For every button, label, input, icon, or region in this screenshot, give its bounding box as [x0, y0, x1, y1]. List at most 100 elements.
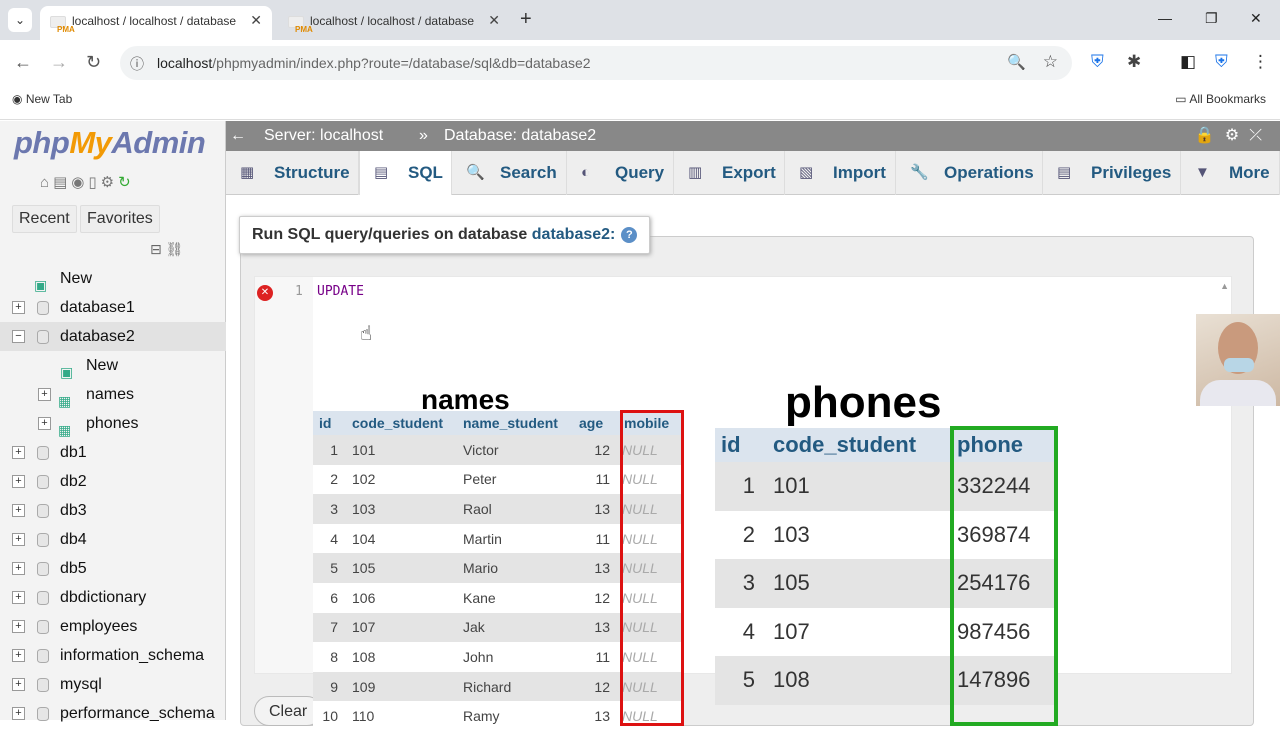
tree-node-information-schema[interactable]: + information_schema — [0, 641, 226, 670]
expand-node-icon[interactable]: + — [12, 707, 25, 720]
tree-node-database2[interactable]: − database2 — [0, 322, 226, 351]
restore-icon[interactable]: ❐ — [1205, 10, 1218, 27]
site-info-icon[interactable]: ⓘ — [130, 54, 144, 74]
tree-node-performance-schema[interactable]: + performance_schema — [0, 699, 226, 728]
shield-extension-icon[interactable]: ⛨ — [1091, 52, 1104, 72]
error-marker-icon[interactable]: ✕ — [257, 285, 273, 301]
table-cell: Mario — [457, 553, 573, 583]
clear-button[interactable]: Clear — [254, 696, 323, 726]
tree-node-dbdictionary[interactable]: + dbdictionary — [0, 583, 226, 612]
tab-export[interactable]: ▥ Export — [674, 151, 785, 195]
table-cell: 1 — [313, 435, 346, 465]
tab-search[interactable]: 🔍 Search — [452, 151, 567, 195]
table-cell: 6 — [313, 582, 346, 613]
tab-privileges[interactable]: ▤ Privileges — [1043, 151, 1181, 195]
database-icon — [37, 504, 49, 518]
expand-node-icon[interactable]: + — [12, 620, 25, 633]
tree-node-phones[interactable]: + ▦ phones — [0, 409, 226, 438]
minimize-icon[interactable]: — — [1158, 10, 1172, 26]
close-window-icon[interactable]: ✕ — [1250, 10, 1262, 27]
expand-node-icon[interactable]: + — [12, 533, 25, 546]
tree-node-label: New — [86, 357, 119, 374]
back-arrow-icon[interactable]: ← — [14, 52, 32, 73]
tree-node-database1[interactable]: + database1 — [0, 293, 226, 322]
zoom-icon[interactable]: 🔍 — [1007, 53, 1026, 71]
table-cell: 103 — [767, 510, 951, 559]
bookmark-star-icon[interactable]: ☆ — [1043, 52, 1058, 72]
docs-icon[interactable]: ▯ — [88, 174, 100, 191]
reload-icon[interactable]: ↻ — [86, 52, 101, 73]
quick-links: ⌂▤◉▯⚙↻ — [40, 173, 135, 191]
home-icon[interactable]: ⌂ — [40, 174, 53, 191]
scrollbar-up-icon[interactable]: ▲ — [1220, 281, 1229, 291]
expand-node-icon[interactable]: + — [12, 504, 25, 517]
collapse-nav-arrow-icon[interactable]: ← — [230, 121, 246, 151]
browser-tab-active[interactable]: PMA localhost / localhost / database ✕ — [40, 6, 272, 40]
tab-structure[interactable]: ▦ Structure — [226, 151, 359, 195]
expand-node-icon[interactable]: + — [12, 446, 25, 459]
tree-node-db4[interactable]: + db4 — [0, 525, 226, 554]
more-icon: ▼ — [1195, 164, 1210, 181]
url-text: localhost/phpmyadmin/index.php?route=/da… — [157, 55, 591, 71]
settings-gear-icon[interactable]: ⚙ — [101, 174, 118, 191]
expand-node-icon[interactable]: + — [12, 678, 25, 691]
tree-node-label: db4 — [60, 531, 87, 548]
breadcrumb-database[interactable]: Database: database2 — [444, 121, 596, 151]
close-tab-icon[interactable]: ✕ — [250, 12, 262, 29]
tree-node-New[interactable]: ▣ New — [0, 264, 226, 293]
tab-query[interactable]: ◐ Query — [567, 151, 674, 195]
expand-node-icon[interactable]: + — [12, 562, 25, 575]
expand-node-icon[interactable]: + — [12, 475, 25, 488]
help-icon[interactable]: ◉ — [71, 174, 88, 191]
browser-toolbar: ← → ↻ ⓘ localhost/phpmyadmin/index.php?r… — [0, 40, 1280, 86]
expand-node-icon[interactable]: + — [12, 301, 25, 314]
address-bar[interactable]: ⓘ localhost/phpmyadmin/index.php?route=/… — [120, 46, 1072, 80]
tree-node-employees[interactable]: + employees — [0, 612, 226, 641]
collapse-icon[interactable]: ⤫ — [1249, 127, 1272, 144]
breadcrumb-server[interactable]: Server: localhost — [264, 121, 383, 151]
all-bookmarks[interactable]: ▭ All Bookmarks — [1175, 92, 1266, 106]
table-cell: 2 — [313, 464, 346, 495]
tree-node-mysql[interactable]: + mysql — [0, 670, 226, 699]
lock-icon[interactable]: 🔒 — [1195, 127, 1225, 144]
help-question-icon[interactable]: ? — [621, 226, 638, 243]
tree-node-db3[interactable]: + db3 — [0, 496, 226, 525]
database-icon — [37, 475, 49, 489]
phpmyadmin-logo[interactable]: phpMyAdmin — [14, 125, 206, 161]
side-panel-icon[interactable]: ◧ — [1180, 52, 1196, 72]
gear-icon[interactable]: ⚙ — [1225, 127, 1249, 144]
tab-search-chevron-icon[interactable]: ⌄ — [8, 8, 32, 32]
tree-node-names[interactable]: + ▦ names — [0, 380, 226, 409]
collapse-all-icon[interactable]: ⊟ ⛓ — [150, 241, 183, 258]
collapse-node-icon[interactable]: − — [12, 330, 25, 343]
bookmark-new-tab[interactable]: ◉ New Tab — [12, 92, 72, 106]
tab-label: More — [1229, 163, 1270, 182]
table-cell: 1 — [715, 462, 767, 511]
expand-node-icon[interactable]: + — [12, 591, 25, 604]
tab-more[interactable]: ▼ More — [1181, 151, 1280, 195]
expand-node-icon[interactable]: + — [38, 388, 51, 401]
logout-icon[interactable]: ▤ — [53, 174, 71, 191]
tab-sql[interactable]: ▤ SQL — [359, 151, 452, 195]
close-tab-icon[interactable]: ✕ — [488, 12, 500, 29]
tab-operations[interactable]: 🔧 Operations — [896, 151, 1043, 195]
recent-button[interactable]: Recent — [12, 205, 77, 233]
sql-code-text[interactable]: UPDATE — [317, 284, 364, 299]
favorites-button[interactable]: Favorites — [80, 205, 160, 233]
table-cell: 11 — [573, 523, 618, 554]
tree-node-New[interactable]: ▣ New — [0, 351, 226, 380]
tree-node-db5[interactable]: + db5 — [0, 554, 226, 583]
security-extension-icon[interactable]: ⛨ — [1215, 52, 1228, 72]
expand-node-icon[interactable]: + — [38, 417, 51, 430]
reload-nav-icon[interactable]: ↻ — [118, 174, 135, 191]
browser-tab[interactable]: PMA localhost / localhost / database ✕ — [278, 6, 510, 40]
expand-node-icon[interactable]: + — [12, 649, 25, 662]
kebab-menu-icon[interactable]: ⋮ — [1252, 52, 1269, 72]
extensions-puzzle-icon[interactable]: ✱ — [1127, 52, 1141, 72]
new-tab-plus-icon[interactable]: + — [520, 8, 532, 31]
tree-node-db2[interactable]: + db2 — [0, 467, 226, 496]
tab-import[interactable]: ▧ Import — [785, 151, 896, 195]
forward-arrow-icon[interactable]: → — [50, 52, 68, 73]
line-number: 1 — [295, 284, 303, 299]
tree-node-db1[interactable]: + db1 — [0, 438, 226, 467]
